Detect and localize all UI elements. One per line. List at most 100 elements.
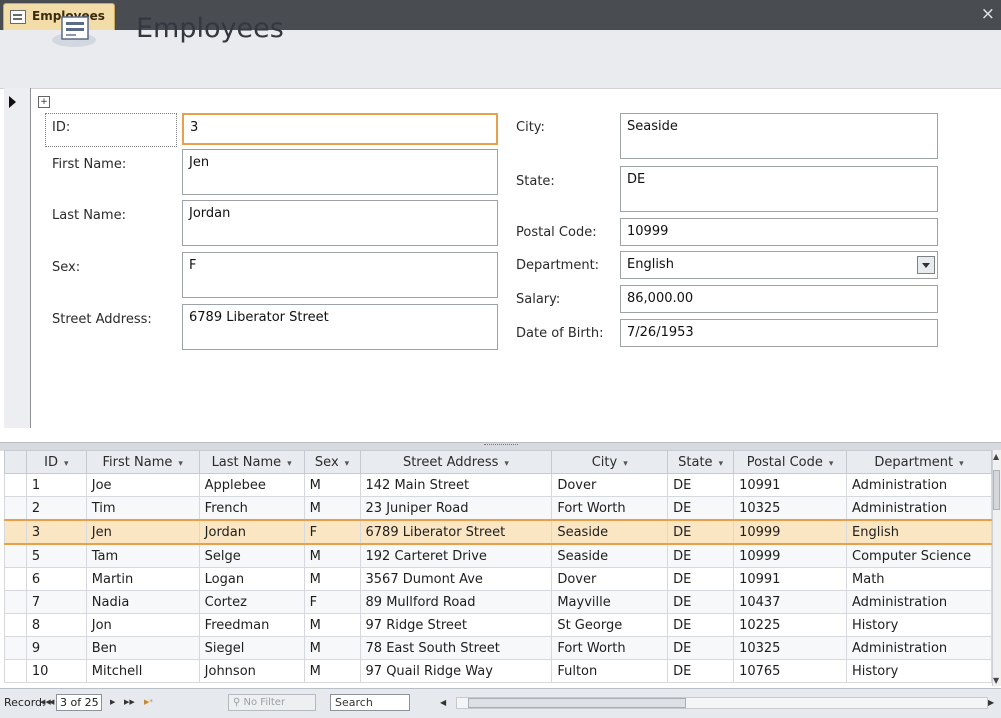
- chevron-down-icon[interactable]: [917, 256, 935, 274]
- table-cell[interactable]: Jen: [85, 519, 200, 545]
- row-selector[interactable]: [4, 567, 27, 591]
- table-cell[interactable]: 3567 Dumont Ave: [359, 567, 553, 591]
- table-cell[interactable]: History: [846, 613, 992, 637]
- table-cell[interactable]: M: [303, 543, 361, 568]
- table-cell[interactable]: Fort Worth: [551, 636, 669, 660]
- table-cell[interactable]: Selge: [198, 543, 305, 568]
- table-cell[interactable]: Freedman: [198, 613, 305, 637]
- first-name-field[interactable]: Jen: [182, 149, 498, 195]
- table-cell[interactable]: M: [303, 636, 361, 660]
- table-cell[interactable]: Applebee: [198, 473, 305, 497]
- table-cell[interactable]: 23 Juniper Road: [359, 496, 553, 521]
- table-cell[interactable]: DE: [667, 636, 735, 660]
- row-selector[interactable]: [4, 519, 27, 545]
- table-cell[interactable]: 192 Carteret Drive: [359, 543, 553, 568]
- select-all-corner[interactable]: [4, 450, 27, 474]
- table-cell[interactable]: Fort Worth: [551, 496, 669, 521]
- table-cell[interactable]: 5: [25, 543, 87, 568]
- sex-field[interactable]: F: [182, 252, 498, 298]
- scroll-down-icon[interactable]: ▼: [993, 676, 999, 685]
- table-cell[interactable]: Computer Science: [846, 543, 992, 568]
- table-cell[interactable]: DE: [667, 496, 735, 521]
- table-cell[interactable]: 10991: [733, 567, 848, 591]
- table-cell[interactable]: 10999: [733, 519, 848, 545]
- move-handle-icon[interactable]: +: [38, 96, 50, 108]
- table-cell[interactable]: Administration: [846, 636, 992, 660]
- table-cell[interactable]: Dover: [551, 567, 669, 591]
- id-field[interactable]: 3: [182, 113, 498, 145]
- table-cell[interactable]: F: [303, 590, 361, 614]
- column-header[interactable]: ID ▾: [25, 450, 87, 474]
- table-cell[interactable]: 10325: [733, 636, 848, 660]
- table-row[interactable]: 7 Nadia Cortez F 89 Mullford Road Mayville DE 1…: [4, 590, 992, 614]
- table-cell[interactable]: 10999: [733, 543, 848, 568]
- table-cell[interactable]: Ben: [85, 636, 200, 660]
- table-row[interactable]: 8 Jon Freedman M 97 Ridge Street St George DE 1…: [4, 613, 992, 637]
- table-cell[interactable]: 97 Quail Ridge Way: [359, 659, 553, 683]
- sort-dropdown-icon[interactable]: ▾: [959, 459, 964, 469]
- sort-dropdown-icon[interactable]: ▾: [345, 459, 350, 469]
- table-cell[interactable]: 10: [25, 659, 87, 683]
- table-cell[interactable]: Siegel: [198, 636, 305, 660]
- column-header[interactable]: Last Name ▾: [198, 450, 305, 474]
- table-cell[interactable]: Tam: [85, 543, 200, 568]
- sort-dropdown-icon[interactable]: ▾: [829, 459, 834, 469]
- table-row[interactable]: 10 Mitchell Johnson M 97 Quail Ridge Way Fult…: [4, 659, 992, 683]
- table-cell[interactable]: Martin: [85, 567, 200, 591]
- column-header[interactable]: First Name ▾: [85, 450, 200, 474]
- table-cell[interactable]: Mayville: [551, 590, 669, 614]
- table-row[interactable]: 9 Ben Siegel M 78 East South Street Fort Wort…: [4, 636, 992, 660]
- postal-code-field[interactable]: 10999: [620, 218, 938, 246]
- table-cell[interactable]: Tim: [85, 496, 200, 521]
- scroll-up-icon[interactable]: ▲: [993, 452, 999, 461]
- scroll-right-icon[interactable]: ▶: [988, 698, 994, 707]
- column-header[interactable]: State ▾: [667, 450, 735, 474]
- horizontal-scrollbar-thumb[interactable]: [468, 698, 686, 708]
- table-cell[interactable]: 89 Mullford Road: [359, 590, 553, 614]
- table-cell[interactable]: 9: [25, 636, 87, 660]
- splitter-grip-icon[interactable]: [484, 444, 518, 448]
- scroll-left-icon[interactable]: ◀: [440, 698, 446, 707]
- table-cell[interactable]: Nadia: [85, 590, 200, 614]
- new-record-button[interactable]: ▶*: [144, 698, 153, 706]
- last-name-field[interactable]: Jordan: [182, 200, 498, 246]
- column-header[interactable]: Street Address ▾: [359, 450, 553, 474]
- table-cell[interactable]: Administration: [846, 496, 992, 521]
- column-header[interactable]: City ▾: [551, 450, 669, 474]
- column-header[interactable]: Postal Code ▾: [733, 450, 848, 474]
- filter-status[interactable]: ⚲ No Filter: [228, 694, 316, 711]
- table-cell[interactable]: DE: [667, 567, 735, 591]
- row-selector[interactable]: [4, 636, 27, 660]
- table-cell[interactable]: M: [303, 613, 361, 637]
- state-field[interactable]: DE: [620, 166, 938, 212]
- column-header[interactable]: Sex ▾: [303, 450, 361, 474]
- city-field[interactable]: Seaside: [620, 113, 938, 159]
- table-cell[interactable]: Seaside: [551, 519, 669, 545]
- scrollbar-thumb[interactable]: [993, 470, 1000, 510]
- table-cell[interactable]: 1: [25, 473, 87, 497]
- salary-field[interactable]: 86,000.00: [620, 285, 938, 313]
- table-cell[interactable]: History: [846, 659, 992, 683]
- table-row[interactable]: 5 Tam Selge M 192 Carteret Drive Seaside DE 109…: [4, 543, 992, 568]
- table-cell[interactable]: F: [303, 519, 361, 545]
- next-record-button[interactable]: ▶: [110, 698, 115, 706]
- table-cell[interactable]: 10437: [733, 590, 848, 614]
- table-cell[interactable]: 142 Main Street: [359, 473, 553, 497]
- table-cell[interactable]: Dover: [551, 473, 669, 497]
- table-cell[interactable]: M: [303, 473, 361, 497]
- table-cell[interactable]: M: [303, 496, 361, 521]
- row-selector[interactable]: [4, 496, 27, 521]
- row-selector[interactable]: [4, 659, 27, 683]
- table-cell[interactable]: DE: [667, 519, 735, 545]
- record-selector[interactable]: [4, 88, 31, 428]
- table-cell[interactable]: Jon: [85, 613, 200, 637]
- table-cell[interactable]: 10991: [733, 473, 848, 497]
- row-selector[interactable]: [4, 543, 27, 568]
- table-cell[interactable]: Joe: [85, 473, 200, 497]
- table-cell[interactable]: 10325: [733, 496, 848, 521]
- table-cell[interactable]: DE: [667, 473, 735, 497]
- table-cell[interactable]: Jordan: [198, 519, 305, 545]
- sort-dropdown-icon[interactable]: ▾: [178, 459, 183, 469]
- sort-dropdown-icon[interactable]: ▾: [504, 459, 509, 469]
- column-header[interactable]: Department ▾: [846, 450, 992, 474]
